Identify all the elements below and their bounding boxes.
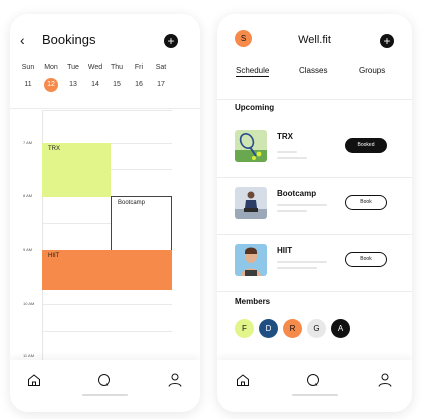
grid-line [42, 331, 172, 332]
divider [217, 234, 412, 235]
divider [10, 108, 200, 109]
class-name: TRX [277, 132, 293, 141]
divider [217, 177, 412, 178]
placeholder-line [277, 267, 317, 269]
chevron-left-icon[interactable]: ‹ [20, 33, 25, 47]
grid-line [42, 304, 172, 305]
bootcamp-image [235, 187, 267, 219]
event-title: Bootcamp [118, 200, 146, 206]
search-icon[interactable] [305, 372, 321, 388]
tab-schedule[interactable]: Schedule [236, 66, 270, 77]
day-sun[interactable]: Sun 11 [17, 62, 39, 92]
bookings-screen: ‹ Bookings + Sun 11 Mon 12 Tue 13 Wed 14… [10, 14, 200, 412]
booked-button[interactable]: Booked [345, 138, 387, 153]
day-thu[interactable]: Thu 15 [106, 62, 128, 92]
class-row-hiit[interactable]: HIIT Book [217, 236, 412, 292]
member-avatar[interactable]: A [331, 319, 350, 338]
member-avatar[interactable]: R [283, 319, 302, 338]
tennis-image [235, 130, 267, 162]
placeholder-line [277, 157, 307, 159]
add-booking-button[interactable]: + [164, 34, 178, 48]
class-row-trx[interactable]: TRX Booked [217, 122, 412, 178]
member-avatar[interactable]: G [307, 319, 326, 338]
class-row-bootcamp[interactable]: Bootcamp Book [217, 179, 412, 235]
class-name: Bootcamp [277, 189, 317, 198]
day-sat[interactable]: Sat 17 [150, 62, 172, 92]
day-mon[interactable]: Mon 12 [40, 62, 62, 92]
event-title: TRX [48, 146, 60, 152]
member-avatar[interactable]: D [259, 319, 278, 338]
placeholder-line [277, 151, 297, 153]
day-tue[interactable]: Tue 13 [62, 62, 84, 92]
bookings-header: ‹ Bookings + [10, 14, 200, 66]
day-wed[interactable]: Wed 14 [84, 62, 106, 92]
grid-line [42, 110, 172, 111]
divider [217, 291, 412, 292]
time-label: 8 AM [23, 193, 33, 198]
day-timeline[interactable]: 7 AM 8 AM 9 AM 10 AM 11 AM TRX Bootcamp … [10, 110, 200, 360]
event-trx[interactable]: TRX [42, 143, 111, 197]
user-icon[interactable] [167, 372, 183, 388]
user-icon[interactable] [377, 372, 393, 388]
page-title: Bookings [42, 32, 96, 47]
tab-classes[interactable]: Classes [299, 66, 327, 75]
event-title: HIIT [48, 253, 60, 259]
event-bootcamp[interactable]: Bootcamp [111, 196, 172, 251]
time-label: 7 AM [23, 140, 33, 145]
bottom-tab-bar [217, 360, 412, 412]
week-strip: Sun 11 Mon 12 Tue 13 Wed 14 Thu 15 Fri 1… [10, 62, 200, 102]
home-indicator [82, 394, 128, 396]
placeholder-line [277, 261, 327, 263]
time-label: 10 AM [23, 301, 35, 306]
upcoming-heading: Upcoming [235, 103, 275, 112]
wellfit-header: S Well.fit + Schedule Classes Groups [217, 14, 412, 100]
event-hiit[interactable]: HIIT [42, 250, 172, 290]
time-label: 11 AM [23, 353, 35, 358]
book-button[interactable]: Book [345, 252, 387, 267]
home-icon[interactable] [235, 372, 251, 388]
hiit-image [235, 244, 267, 276]
placeholder-line [277, 210, 307, 212]
add-button[interactable]: + [380, 34, 394, 48]
bottom-tab-bar [10, 360, 200, 412]
class-name: HIIT [277, 246, 293, 255]
members-heading: Members [235, 297, 271, 306]
tab-groups[interactable]: Groups [359, 66, 385, 75]
day-fri[interactable]: Fri 16 [128, 62, 150, 92]
search-icon[interactable] [96, 372, 112, 388]
home-icon[interactable] [26, 372, 42, 388]
placeholder-line [277, 204, 327, 206]
book-button[interactable]: Book [345, 195, 387, 210]
member-avatar[interactable]: F [235, 319, 254, 338]
wellfit-screen: S Well.fit + Schedule Classes Groups Upc… [217, 14, 412, 412]
time-label: 9 AM [23, 247, 33, 252]
home-indicator [291, 394, 338, 396]
